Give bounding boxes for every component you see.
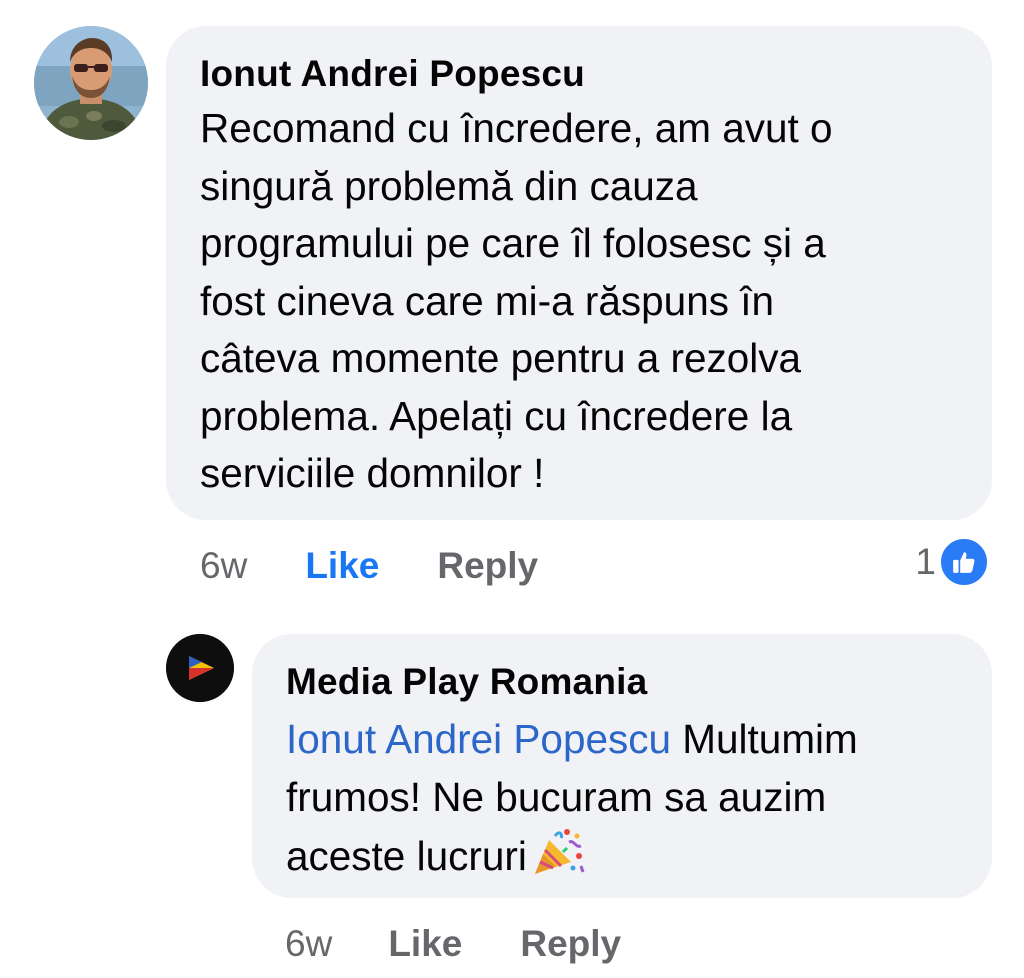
reply-author[interactable]: Media Play Romania: [286, 660, 958, 704]
brand-avatar[interactable]: [166, 634, 234, 702]
like-button[interactable]: Like: [305, 545, 379, 587]
comment-bubble: Ionut Andrei Popescu Recomand cu încrede…: [166, 26, 992, 520]
reply-bubble: Media Play Romania Ionut Andrei Popescu …: [252, 634, 992, 898]
comment-actions: 6w Like Reply: [200, 542, 538, 590]
reaction-summary[interactable]: 1: [915, 536, 990, 588]
reaction-count: 1: [915, 541, 936, 582]
reply-like-button[interactable]: Like: [388, 923, 462, 965]
mention-link[interactable]: Ionut Andrei Popescu: [286, 716, 671, 762]
party-popper-icon: [531, 826, 585, 878]
reply-timestamp[interactable]: 6w: [285, 923, 332, 965]
thumbs-up-icon: [938, 536, 990, 588]
reply-button[interactable]: Reply: [437, 545, 538, 587]
reply-actions: 6w Like Reply: [285, 920, 621, 968]
avatar[interactable]: [34, 26, 148, 140]
reply-text: Ionut Andrei Popescu Multumim frumos! Ne…: [286, 710, 958, 885]
comment-timestamp[interactable]: 6w: [200, 545, 247, 587]
reply-reply-button[interactable]: Reply: [520, 923, 621, 965]
comment-text: Recomand cu încredere, am avut o singură…: [200, 105, 833, 496]
comment-author[interactable]: Ionut Andrei Popescu: [200, 52, 958, 96]
